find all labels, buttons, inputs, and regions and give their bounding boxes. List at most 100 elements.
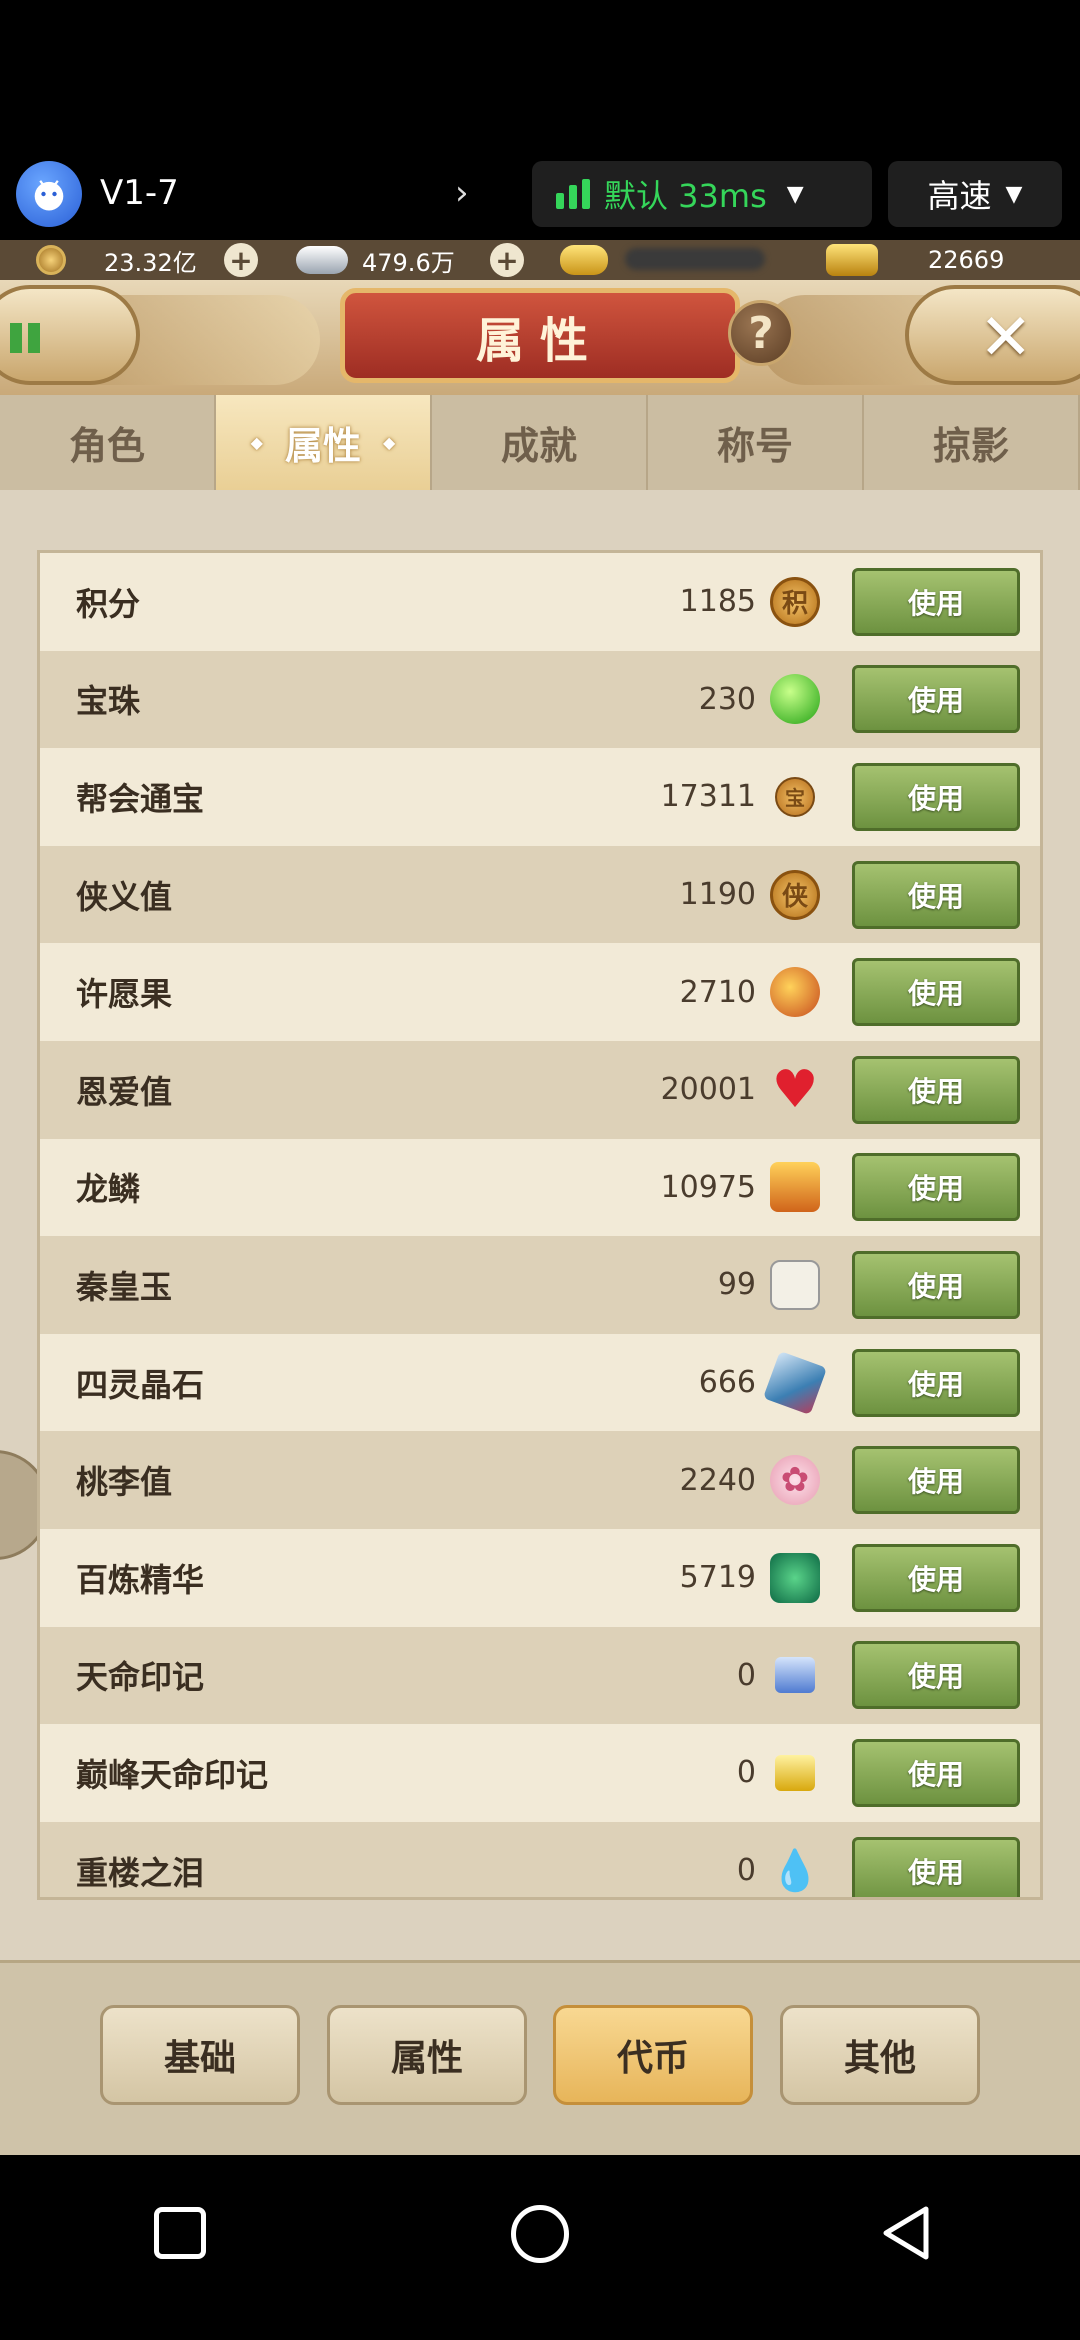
page-title: 属性 bbox=[475, 312, 604, 369]
item-name: 恩爱值 bbox=[76, 1072, 173, 1111]
bottom-category-bar: 基础 属性 代币 其他 bbox=[0, 1960, 1080, 2155]
use-button[interactable]: 使用 bbox=[852, 1055, 1020, 1124]
plus-icon[interactable]: + bbox=[490, 243, 524, 277]
category-tokens-button[interactable]: 代币 bbox=[553, 2005, 753, 2105]
close-icon: ✕ bbox=[979, 301, 1033, 375]
chevron-right-icon[interactable]: › bbox=[455, 173, 469, 213]
item-name: 重楼之泪 bbox=[76, 1853, 205, 1892]
list-item: 龙鳞 10975 使用 bbox=[40, 1138, 1040, 1237]
wish-fruit-icon bbox=[770, 967, 820, 1018]
silver-currency bbox=[296, 240, 348, 280]
use-button[interactable]: 使用 bbox=[852, 762, 1020, 831]
category-attributes-button[interactable]: 属性 bbox=[327, 2005, 527, 2105]
list-item: 帮会通宝 17311 宝 使用 bbox=[40, 748, 1040, 846]
item-name: 许愿果 bbox=[76, 975, 173, 1014]
signal-bars-icon bbox=[556, 179, 590, 209]
use-button[interactable]: 使用 bbox=[852, 1543, 1020, 1612]
use-button[interactable]: 使用 bbox=[852, 567, 1020, 636]
caret-down-icon: ▼ bbox=[1005, 181, 1023, 207]
menu-bars-icon bbox=[10, 323, 22, 353]
list-item: 秦皇玉 99 使用 bbox=[40, 1236, 1040, 1334]
game-screen: 23.32亿 + 479.6万 + 22669 属性 ? ✕ 角色 属性 成就 … bbox=[0, 240, 1080, 2155]
tab-role[interactable]: 角色 bbox=[0, 395, 216, 490]
list-item: 四灵晶石 666 使用 bbox=[40, 1333, 1040, 1432]
points-token-icon: 积 bbox=[770, 576, 820, 627]
caret-down-icon: ▼ bbox=[786, 181, 804, 207]
back-triangle-icon[interactable] bbox=[878, 2203, 934, 2263]
help-button[interactable]: ? bbox=[728, 300, 794, 366]
back-button[interactable] bbox=[0, 285, 140, 385]
green-orb-icon bbox=[770, 674, 820, 725]
list-item: 宝珠 230 使用 bbox=[40, 650, 1040, 749]
list-item: 恩爱值 20001 ♥ 使用 bbox=[40, 1040, 1040, 1139]
vm-info-row: V1-7 › 默认 33ms ▼ 高速 ▼ bbox=[0, 155, 1080, 230]
silver-amount: 479.6万 bbox=[362, 248, 455, 277]
use-button[interactable]: 使用 bbox=[852, 860, 1020, 929]
home-icon[interactable] bbox=[511, 2205, 569, 2263]
list-item: 重楼之泪 0 💧 使用 bbox=[40, 1821, 1040, 1897]
list-item: 百炼精华 5719 使用 bbox=[40, 1528, 1040, 1627]
list-item: 侠义值 1190 侠 使用 bbox=[40, 845, 1040, 944]
use-button[interactable]: 使用 bbox=[852, 1641, 1020, 1710]
bound-ingot-amount: 22669 bbox=[928, 246, 1005, 274]
network-selector[interactable]: 默认 33ms ▼ bbox=[532, 161, 872, 227]
use-button[interactable]: 使用 bbox=[852, 1348, 1020, 1417]
title-banner: 属性 ? ✕ bbox=[0, 280, 1080, 395]
list-item: 巅峰天命印记 0 使用 bbox=[40, 1724, 1040, 1822]
item-name: 天命印记 bbox=[76, 1658, 205, 1697]
gold-add[interactable]: + bbox=[224, 240, 258, 280]
use-button[interactable]: 使用 bbox=[852, 1250, 1020, 1319]
gold-ingot bbox=[560, 240, 608, 280]
speed-label: 高速 bbox=[927, 177, 992, 215]
essence-gem-icon bbox=[770, 1552, 820, 1603]
tab-snapshots[interactable]: 掠影 bbox=[864, 395, 1080, 490]
close-button[interactable]: ✕ bbox=[905, 285, 1080, 385]
gold-ingot-icon bbox=[560, 245, 608, 275]
tab-achievements[interactable]: 成就 bbox=[432, 395, 648, 490]
item-name: 巅峰天命印记 bbox=[76, 1755, 269, 1794]
item-value: 0 bbox=[736, 1853, 756, 1889]
item-value: 2240 bbox=[679, 1462, 756, 1498]
chivalry-token-icon: 侠 bbox=[770, 869, 820, 920]
jade-icon bbox=[770, 1259, 820, 1310]
bound-ingot bbox=[826, 240, 878, 280]
blossom-icon: ✿ bbox=[770, 1455, 820, 1506]
use-button[interactable]: 使用 bbox=[852, 1836, 1020, 1897]
tab-titles[interactable]: 称号 bbox=[648, 395, 864, 490]
gold-coin-icon bbox=[36, 245, 66, 275]
android-icon[interactable] bbox=[16, 161, 82, 227]
gold-seal-icon bbox=[775, 1754, 815, 1791]
item-value: 99 bbox=[717, 1267, 756, 1303]
silver-ingot-icon bbox=[296, 246, 348, 274]
use-button[interactable]: 使用 bbox=[852, 1738, 1020, 1807]
speed-selector[interactable]: 高速 ▼ bbox=[888, 161, 1062, 227]
use-button[interactable]: 使用 bbox=[852, 1446, 1020, 1515]
tab-attributes[interactable]: 属性 bbox=[216, 395, 432, 490]
title-plate: 属性 bbox=[340, 288, 740, 383]
use-button[interactable]: 使用 bbox=[852, 1153, 1020, 1222]
guild-coin-icon: 宝 bbox=[775, 776, 815, 817]
system-top-bar: V1-7 › 默认 33ms ▼ 高速 ▼ bbox=[0, 0, 1080, 240]
item-value: 20001 bbox=[660, 1072, 756, 1108]
crystal-icon bbox=[762, 1350, 828, 1415]
vm-name[interactable]: V1-7 bbox=[100, 173, 179, 213]
item-name: 积分 bbox=[76, 584, 141, 623]
item-name: 帮会通宝 bbox=[76, 779, 205, 818]
currency-bar: 23.32亿 + 479.6万 + 22669 bbox=[0, 240, 1080, 280]
list-item: 积分 1185 积 使用 bbox=[40, 553, 1040, 651]
item-name: 侠义值 bbox=[76, 877, 173, 916]
use-button[interactable]: 使用 bbox=[852, 958, 1020, 1027]
silver-add[interactable]: + bbox=[490, 240, 524, 280]
item-name: 百炼精华 bbox=[76, 1560, 205, 1599]
plus-icon[interactable]: + bbox=[224, 243, 258, 277]
item-value: 0 bbox=[736, 1657, 756, 1693]
item-name: 秦皇玉 bbox=[76, 1267, 173, 1306]
category-basic-button[interactable]: 基础 bbox=[100, 2005, 300, 2105]
dragon-scale-icon bbox=[770, 1162, 820, 1213]
item-value: 5719 bbox=[679, 1560, 756, 1596]
use-button[interactable]: 使用 bbox=[852, 665, 1020, 734]
category-other-button[interactable]: 其他 bbox=[780, 2005, 980, 2105]
android-nav-bar bbox=[0, 2155, 1080, 2340]
blue-seal-icon bbox=[775, 1657, 815, 1694]
recent-apps-icon[interactable] bbox=[154, 2207, 206, 2259]
